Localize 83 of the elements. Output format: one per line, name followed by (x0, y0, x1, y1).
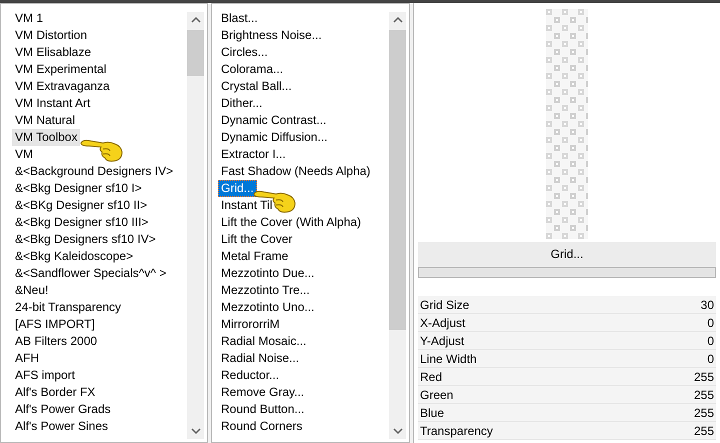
filter-item[interactable]: Blast... (218, 10, 261, 27)
parameter-label: Line Width (420, 352, 477, 366)
filter-item[interactable]: Lift the Cover (218, 231, 296, 248)
parameter-label: Red (420, 370, 442, 384)
category-item[interactable]: &<BKg Designer sf10 II> (12, 197, 150, 214)
scroll-up-icon[interactable] (392, 15, 402, 25)
filter-item[interactable]: Radial Mosaic... (218, 333, 310, 350)
filter-item[interactable]: Round Corners (218, 418, 306, 435)
filter-item[interactable]: Fast Shadow (Needs Alpha) (218, 163, 374, 180)
filter-item[interactable]: Mezzotinto Uno... (218, 299, 318, 316)
filter-item[interactable]: Instant Til (218, 197, 276, 214)
filter-item[interactable]: Mezzotinto Tre... (218, 282, 313, 299)
parameter-label: Blue (420, 406, 444, 420)
category-item[interactable]: AFH (12, 350, 42, 367)
filter-item[interactable]: Round Button... (218, 401, 308, 418)
category-item[interactable]: VM Elisablaze (12, 44, 94, 61)
parameter-label: Grid Size (420, 298, 470, 312)
category-item[interactable]: &<Background Designers IV> (12, 163, 176, 180)
filter-item[interactable]: MirrororriM (218, 316, 283, 333)
parameter-label: Green (420, 388, 454, 402)
scroll-thumb[interactable] (187, 30, 204, 76)
category-item[interactable]: VM Extravaganza (12, 78, 113, 95)
parameter-value: 255 (694, 388, 714, 402)
parameter-value: 30 (700, 298, 714, 312)
category-item[interactable]: VM Distortion (12, 27, 90, 44)
parameter-label: Transparency (420, 424, 493, 438)
parameter-value: 255 (694, 370, 714, 384)
scroll-up-icon[interactable] (190, 15, 200, 25)
parameter-label: X-Adjust (420, 316, 466, 330)
scroll-down-icon[interactable] (190, 426, 200, 436)
parameter-value: 0 (707, 352, 714, 366)
category-item[interactable]: &<Sandflower Specials^v^ > (12, 265, 170, 282)
category-item[interactable]: Alf's Border FX (12, 384, 98, 401)
category-item[interactable]: VM Natural (12, 112, 78, 129)
filter-item[interactable]: Brightness Noise... (218, 27, 325, 44)
filter-item[interactable]: Circles... (218, 44, 271, 61)
filter-item[interactable]: Reductor... (218, 367, 282, 384)
category-item[interactable]: &<Bkg Designer sf10 I> (12, 180, 145, 197)
parameter-value: 255 (694, 406, 714, 420)
scrollbar[interactable] (187, 12, 204, 439)
filter-item[interactable]: Grid... (218, 180, 257, 197)
parameter-value: 0 (707, 334, 714, 348)
scrollbar[interactable] (389, 12, 406, 439)
category-item[interactable]: &<Bkg Designers sf10 IV> (12, 231, 159, 248)
filter-item[interactable]: Dynamic Diffusion... (218, 129, 330, 146)
parameter-row[interactable]: Grid Size 30 (418, 296, 716, 314)
category-item[interactable]: AFS import (12, 367, 78, 384)
filter-item[interactable]: Dither... (218, 95, 266, 112)
category-item[interactable]: [AFS IMPORT] (12, 316, 98, 333)
parameter-row[interactable]: Line Width 0 (418, 350, 716, 368)
category-item[interactable]: &Neu! (12, 282, 52, 299)
filter-title: Grid... (418, 242, 716, 267)
parameter-label: Y-Adjust (420, 334, 464, 348)
filter-item[interactable]: Lift the Cover (With Alpha) (218, 214, 364, 231)
category-item[interactable]: Alf's Power Grads (12, 401, 114, 418)
filter-item[interactable]: Colorama... (218, 61, 286, 78)
filter-item[interactable]: Metal Frame (218, 248, 292, 265)
category-item[interactable]: VM 1 (12, 10, 46, 27)
category-item[interactable]: 24-bit Transparency (12, 299, 124, 316)
filter-item[interactable]: Extractor I... (218, 146, 289, 163)
parameter-row[interactable]: X-Adjust 0 (418, 314, 716, 332)
category-item[interactable]: &<Bkg Kaleidoscope> (12, 248, 136, 265)
parameter-value: 0 (707, 316, 714, 330)
filter-item[interactable]: Crystal Ball... (218, 78, 295, 95)
category-item[interactable]: VM Toolbox (12, 129, 80, 146)
category-item[interactable]: &<Bkg Designer sf10 III> (12, 214, 152, 231)
category-item[interactable]: VM Experimental (12, 61, 110, 78)
parameter-value: 255 (694, 424, 714, 438)
category-item[interactable]: Alf's Power Sines (12, 418, 111, 435)
parameter-row[interactable]: Transparency 255 (418, 422, 716, 440)
filter-item[interactable]: Remove Gray... (218, 384, 308, 401)
parameter-row[interactable]: Y-Adjust 0 (418, 332, 716, 350)
filter-item[interactable]: Radial Noise... (218, 350, 302, 367)
parameter-row[interactable]: Red 255 (418, 368, 716, 386)
filter-item[interactable]: Mezzotinto Due... (218, 265, 318, 282)
filter-item[interactable]: Dynamic Contrast... (218, 112, 330, 129)
category-item[interactable]: AB Filters 2000 (12, 333, 100, 350)
scroll-down-icon[interactable] (392, 426, 402, 436)
parameter-row[interactable]: Blue 255 (418, 404, 716, 422)
scroll-thumb[interactable] (389, 30, 406, 330)
category-item[interactable]: VM Instant Art (12, 95, 94, 112)
parameter-row[interactable]: Green 255 (418, 386, 716, 404)
category-item[interactable]: VM (12, 146, 36, 163)
